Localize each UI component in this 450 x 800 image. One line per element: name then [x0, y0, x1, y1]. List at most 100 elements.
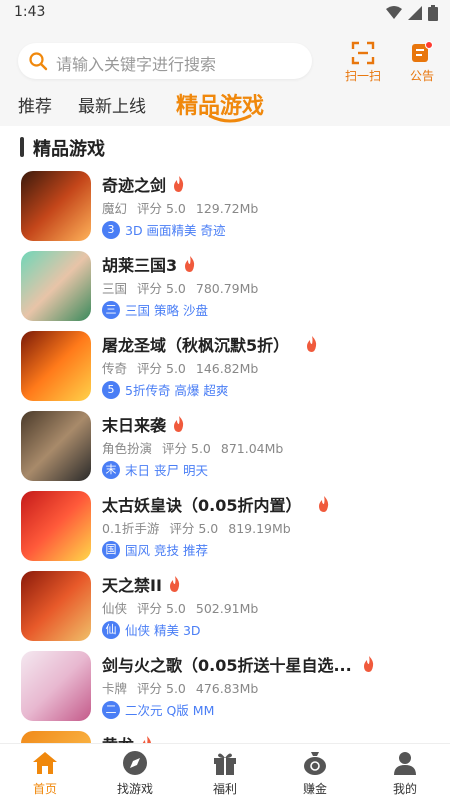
game-rating: 评分 5.0 [137, 601, 186, 616]
scan-label: 扫一扫 [344, 69, 381, 83]
tag-badge: 仙 [102, 620, 120, 639]
game-icon [21, 171, 91, 241]
signal-icon [408, 6, 422, 20]
game-tags: 国风 竞技 推荐 [125, 543, 208, 558]
list-item[interactable]: 末日来袭 角色扮演 评分 5.0 871.04Mb 末 末日 丧尸 明天 [0, 406, 450, 486]
tag-badge: 3 [102, 220, 120, 239]
fire-icon [169, 576, 180, 592]
notice-label: 公告 [409, 69, 434, 83]
game-tags: 二次元 Q版 MM [125, 703, 215, 718]
status-icons [386, 5, 438, 21]
battery-icon [428, 5, 438, 21]
notice-icon [412, 41, 433, 62]
tab-recommend[interactable]: 推荐 [18, 92, 52, 117]
game-category: 卡牌 [102, 681, 128, 696]
game-size: 780.79Mb [195, 281, 259, 296]
nav-profile-label: 我的 [392, 782, 417, 796]
section-title-bar [20, 137, 24, 157]
tag-badge: 5 [102, 380, 120, 399]
game-name: 胡莱三国3 [102, 256, 178, 275]
nav-welfare[interactable]: 福利 [185, 750, 265, 797]
game-tags: 三国 策略 沙盘 [125, 303, 208, 318]
game-tags: 5折传奇 高爆 超爽 [125, 383, 229, 398]
fire-icon [174, 416, 184, 432]
search-box[interactable]: 请输入关键字进行搜索 [18, 43, 312, 79]
list-item[interactable]: 屠龙圣域（秋枫沉默5折） 传奇 评分 5.0 146.82Mb 5 5折传奇 高爆 … [0, 326, 450, 406]
tag-badge: 国 [102, 540, 120, 559]
tag-badge: 三 [102, 300, 120, 319]
home-icon [33, 752, 57, 774]
list-item[interactable]: 奇迹之剑 魔幻 评分 5.0 129.72Mb 3 3D 画面精美 奇迹 [0, 166, 450, 246]
game-name: 奇迹之剑 [102, 176, 167, 195]
game-name: 屠龙圣域（秋枫沉默5折） [102, 336, 290, 355]
game-icon [21, 411, 91, 481]
bottom-nav: 首页 找游戏 福利 赚金 我的 [0, 743, 450, 800]
nav-profile[interactable]: 我的 [365, 750, 445, 797]
game-category: 0.1折手游 [102, 521, 160, 536]
tag-badge: 末 [102, 460, 120, 479]
game-size: 129.72Mb [195, 201, 259, 216]
status-time: 1:43 [14, 4, 46, 20]
person-icon [394, 752, 416, 775]
game-rating: 评分 5.0 [137, 681, 186, 696]
game-size: 502.91Mb [195, 601, 259, 616]
game-category: 传奇 [102, 361, 128, 376]
scan-icon [351, 41, 375, 65]
tag-badge: 二 [102, 700, 120, 719]
game-rating: 评分 5.0 [137, 281, 186, 296]
game-tags: 末日 丧尸 明天 [125, 463, 208, 478]
top-area: 请输入关键字进行搜索 扫一扫 公告 推荐 最新上线 精品游戏 [0, 26, 450, 126]
game-size: 871.04Mb [220, 441, 284, 456]
notice-button[interactable]: 公告 [400, 41, 444, 87]
nav-welfare-label: 福利 [212, 782, 237, 796]
nav-earn-label: 赚金 [302, 782, 327, 796]
game-size: 819.19Mb [228, 521, 291, 536]
fire-icon [185, 256, 195, 272]
tab-new[interactable]: 最新上线 [78, 92, 146, 117]
section-title: 精品游戏 [33, 139, 105, 160]
status-bar: 1:43 [0, 0, 450, 26]
game-icon [21, 651, 91, 721]
game-category: 角色扮演 [102, 441, 153, 456]
nav-find-games-label: 找游戏 [116, 782, 153, 796]
game-rating: 评分 5.0 [137, 201, 186, 216]
game-tags: 仙侠 精美 3D [125, 623, 201, 638]
game-rating: 评分 5.0 [137, 361, 186, 376]
game-rating: 评分 5.0 [162, 441, 211, 456]
nav-earn[interactable]: 赚金 [275, 750, 355, 797]
list-item[interactable]: 胡莱三国3 三国 评分 5.0 780.79Mb 三 三国 策略 沙盘 [0, 246, 450, 326]
fire-icon [319, 496, 329, 512]
game-name: 末日来袭 [102, 416, 167, 435]
money-bag-icon [304, 752, 326, 775]
gift-icon [214, 753, 236, 775]
compass-icon [123, 751, 147, 775]
game-size: 146.82Mb [195, 361, 259, 376]
list-item[interactable]: 太古妖皇诀（0.05折内置） 0.1折手游 评分 5.0 819.19Mb 国 国风… [0, 486, 450, 566]
nav-find-games[interactable]: 找游戏 [95, 750, 175, 797]
list-item[interactable]: 天之禁II 仙侠 评分 5.0 502.91Mb 仙 仙侠 精美 3D [0, 566, 450, 646]
nav-home-label: 首页 [32, 782, 57, 796]
fire-icon [174, 176, 184, 192]
list-item[interactable]: 剑与火之歌（0.05折送十星自选... 卡牌 评分 5.0 476.83Mb 二 二… [0, 646, 450, 726]
scan-button[interactable]: 扫一扫 [338, 41, 388, 87]
nav-home[interactable]: 首页 [5, 750, 85, 797]
game-tags: 3D 画面精美 奇迹 [125, 223, 226, 238]
fire-icon [363, 656, 373, 672]
game-category: 三国 [102, 281, 128, 296]
game-category: 魔幻 [102, 201, 128, 216]
tab-premium[interactable]: 精品游戏 [176, 88, 264, 123]
fire-icon [307, 336, 317, 352]
game-icon [21, 331, 91, 401]
game-category: 仙侠 [102, 601, 128, 616]
game-name: 天之禁II [102, 576, 162, 595]
game-rating: 评分 5.0 [169, 521, 219, 536]
game-name: 剑与火之歌（0.05折送十星自选... [102, 656, 352, 675]
game-name: 太古妖皇诀（0.05折内置） [102, 496, 302, 515]
tab-active-indicator [208, 114, 252, 123]
wifi-icon [386, 6, 402, 19]
game-icon [21, 251, 91, 321]
search-icon [29, 52, 48, 71]
game-icon [21, 491, 91, 561]
game-size: 476.83Mb [195, 681, 259, 696]
game-icon [21, 571, 91, 641]
